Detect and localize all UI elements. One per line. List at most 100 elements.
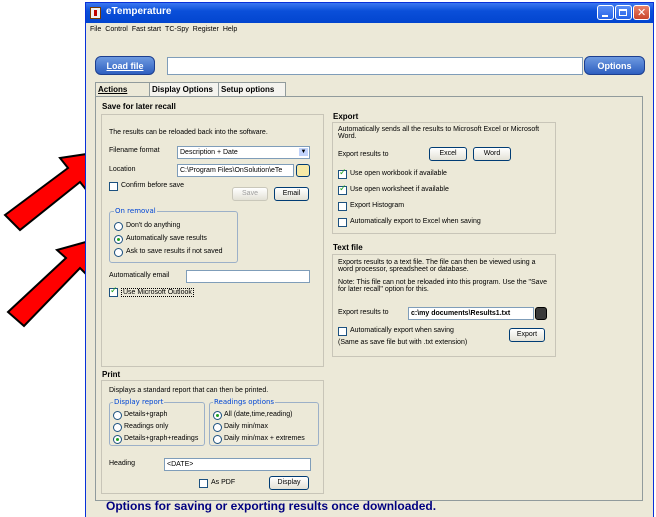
menu-register[interactable]: Register (193, 26, 219, 33)
report-option-readings-only: Readings only (124, 423, 169, 430)
load-file-label: Load file (106, 61, 144, 71)
save-button[interactable]: Save (232, 187, 268, 201)
menu-tc-spy[interactable]: TC-Spy (165, 26, 189, 33)
menu-control[interactable]: Control (105, 26, 128, 33)
report-radio-details-graph-readings[interactable] (113, 435, 122, 444)
save-section-title: Save for later recall (102, 102, 176, 111)
load-file-button[interactable]: Load file (95, 56, 155, 75)
options-label: Options (597, 61, 632, 71)
export-description: Automatically sends all the results to M… (338, 126, 540, 140)
browse-folder-icon[interactable] (296, 164, 310, 177)
app-icon (90, 7, 101, 19)
app-window: eTemperature ✕ File Control Fast start TC-S… (86, 3, 653, 517)
print-section-title: Print (102, 370, 121, 379)
location-label: Location (109, 166, 136, 173)
heading-input[interactable]: <DATE> (164, 458, 311, 471)
auto-export-text-label: Automatically export when saving (350, 327, 454, 334)
email-button[interactable]: Email (274, 187, 309, 201)
readings-option-daily-extremes: Daily min/max + extremes (224, 435, 305, 442)
as-pdf-label: As PDF (211, 479, 236, 486)
display-report-group: Display report Details+graph Readings on… (109, 398, 205, 446)
auto-export-excel-label: Automatically export to Excel when savin… (350, 218, 481, 225)
display-report-label: Display report (113, 398, 165, 406)
auto-email-input[interactable] (186, 270, 310, 283)
on-removal-group: On removal Don't do anything Automatical… (109, 207, 238, 263)
word-button[interactable]: Word (473, 147, 511, 161)
menu-help[interactable]: Help (223, 26, 237, 33)
file-path-input[interactable] (167, 57, 583, 75)
as-pdf-checkbox[interactable] (199, 479, 208, 488)
report-radio-readings-only[interactable] (113, 423, 122, 432)
open-worksheet-label: Use open worksheet if available (350, 186, 449, 193)
footer-caption: Options for saving or exporting results … (106, 499, 437, 513)
filename-format-select[interactable]: Description + Date ▼ (177, 146, 310, 159)
readings-options-label: Readings options (213, 398, 276, 406)
open-worksheet-checkbox[interactable] (338, 184, 347, 195)
textfile-path-input[interactable]: c:\my documents\Results1.txt (408, 307, 534, 320)
tab-actions[interactable]: Actions (95, 82, 153, 97)
window-title: eTemperature (106, 6, 172, 17)
textfile-note: Note: This file can not be reloaded into… (338, 279, 547, 293)
location-input[interactable]: C:\Program Files\OnSolution\eTe (177, 164, 294, 177)
removal-option-nothing: Don't do anything (126, 222, 181, 229)
readings-radio-daily-extremes[interactable] (213, 435, 222, 444)
removal-radio-auto-save[interactable] (114, 235, 123, 244)
close-icon: ✕ (637, 6, 647, 19)
print-description: Displays a standard report that can then… (109, 387, 269, 394)
filename-format-label: Filename format (109, 147, 160, 154)
open-workbook-checkbox[interactable] (338, 168, 347, 179)
readings-radio-daily-minmax[interactable] (213, 423, 222, 432)
report-option-details-graph-readings: Details+graph+readings (124, 435, 199, 442)
confirm-before-save-label: Confirm before save (121, 182, 185, 189)
menu-file[interactable]: File (90, 26, 101, 33)
on-removal-label: On removal (114, 207, 157, 215)
auto-export-text-checkbox[interactable] (338, 327, 347, 336)
export-text-button[interactable]: Export (509, 328, 545, 342)
title-bar: eTemperature ✕ (86, 3, 653, 23)
auto-email-label: Automatically email (109, 272, 170, 279)
auto-export-excel-checkbox[interactable] (338, 218, 347, 227)
use-outlook-label: Use Microsoft Outlook (121, 288, 194, 297)
auto-export-text-sub: (Same as save file but with .txt extensi… (338, 339, 468, 346)
export-histogram-label: Export Histogram (350, 202, 405, 209)
menu-fast-start[interactable]: Fast start (132, 26, 161, 33)
excel-button[interactable]: Excel (429, 147, 467, 161)
minimize-button[interactable] (597, 5, 614, 20)
print-section: Displays a standard report that can then… (101, 380, 324, 494)
save-description: The results can be reloaded back into th… (109, 129, 268, 136)
actions-panel: Save for later recall The results can be… (95, 96, 643, 501)
removal-option-auto-save: Automatically save results (126, 235, 207, 242)
tab-display-options[interactable]: Display Options (149, 82, 222, 97)
tab-setup-options[interactable]: Setup options (218, 82, 286, 97)
open-workbook-label: Use open workbook if available (350, 170, 447, 177)
removal-option-ask: Ask to save results if not saved (126, 248, 223, 255)
options-button[interactable]: Options (584, 56, 645, 75)
heading-label: Heading (109, 460, 136, 467)
textfile-section-title: Text file (333, 243, 363, 252)
display-button[interactable]: Display (269, 476, 309, 490)
report-option-details-graph: Details+graph (124, 411, 168, 418)
maximize-button[interactable] (615, 5, 632, 20)
report-radio-details-graph[interactable] (113, 411, 122, 420)
menu-bar: File Control Fast start TC-Spy Register Help (86, 24, 653, 37)
confirm-before-save-checkbox[interactable] (109, 182, 118, 191)
textfile-section: Exports results to a text file. The file… (332, 254, 556, 357)
readings-options-group: Readings options All (date,time,reading)… (209, 398, 319, 446)
save-section: The results can be reloaded back into th… (101, 114, 324, 367)
readings-radio-all[interactable] (213, 411, 222, 420)
export-section-title: Export (333, 112, 359, 121)
textfile-description: Exports results to a text file. The file… (338, 259, 536, 273)
use-outlook-checkbox[interactable] (109, 286, 118, 297)
export-to-label: Export results to (338, 151, 389, 158)
textfile-export-to-label: Export results to (338, 309, 389, 316)
filename-format-value: Description + Date (180, 149, 238, 156)
removal-radio-ask[interactable] (114, 248, 123, 257)
removal-radio-nothing[interactable] (114, 222, 123, 231)
chevron-down-icon: ▼ (299, 148, 308, 156)
readings-option-daily-minmax: Daily min/max (224, 423, 268, 430)
save-disk-icon[interactable] (535, 307, 547, 320)
close-button[interactable]: ✕ (633, 5, 650, 20)
export-section: Automatically sends all the results to M… (332, 122, 556, 234)
readings-option-all: All (date,time,reading) (224, 411, 293, 418)
export-histogram-checkbox[interactable] (338, 202, 347, 211)
